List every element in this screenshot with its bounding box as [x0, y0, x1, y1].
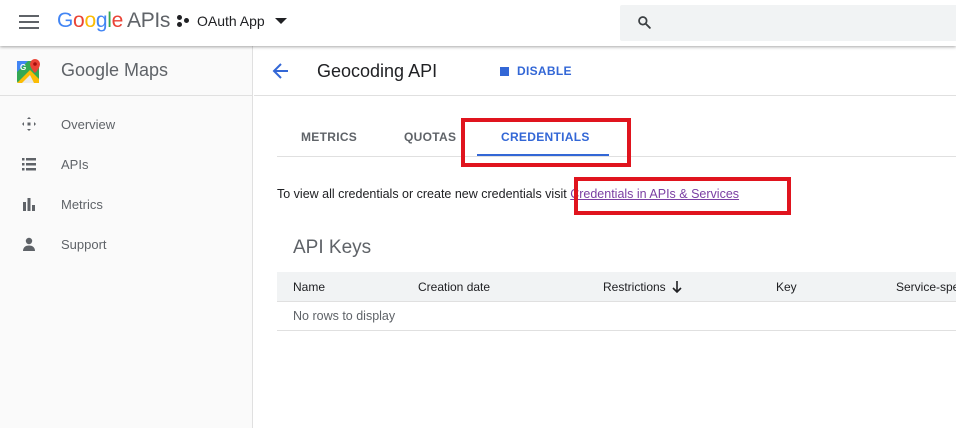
column-header-service-specific[interactable]: Service-specific	[896, 280, 956, 294]
info-text: To view all credentials or create new cr…	[277, 187, 567, 201]
sidebar-item-label: Metrics	[61, 196, 103, 212]
sidebar-item-label: APIs	[61, 156, 89, 172]
sidebar-item-overview[interactable]: Overview	[0, 104, 252, 144]
project-dots-icon	[177, 15, 189, 27]
project-selector[interactable]: OAuth App	[177, 13, 287, 29]
google-maps-icon: G	[17, 58, 40, 83]
logo-apis-text: APIs	[126, 9, 171, 32]
empty-table-message: No rows to display	[293, 309, 396, 323]
disable-label: DISABLE	[517, 64, 572, 78]
stop-icon	[500, 66, 509, 76]
chevron-down-icon	[274, 18, 287, 24]
menu-icon[interactable]	[19, 15, 39, 29]
arrow-down-icon	[672, 281, 682, 293]
restrictions-label: Restrictions	[603, 280, 666, 294]
sidebar-header: G Google Maps	[0, 46, 252, 96]
section-title: API Keys	[293, 237, 372, 258]
svg-text:G: G	[20, 63, 26, 72]
api-keys-table: Name Creation date Restrictions Key Serv…	[277, 272, 956, 331]
list-icon	[22, 158, 36, 171]
person-icon	[23, 237, 35, 251]
column-header-creation-date[interactable]: Creation date	[418, 280, 490, 294]
column-header-key[interactable]: Key	[776, 280, 797, 294]
google-apis-logo[interactable]: Google APIs	[57, 9, 170, 33]
disable-button[interactable]: DISABLE	[500, 64, 572, 78]
highlight-box-credentials-link	[574, 177, 791, 215]
page-header: Geocoding API DISABLE	[254, 46, 956, 96]
sidebar-item-label: Overview	[61, 116, 116, 132]
table-header: Name Creation date Restrictions Key Serv…	[277, 272, 956, 302]
project-name: OAuth App	[197, 13, 265, 29]
sidebar-item-label: Support	[61, 236, 107, 252]
overview-icon	[22, 117, 36, 131]
product-title: Google Maps	[61, 60, 169, 80]
top-bar: Google APIs OAuth App	[0, 0, 956, 46]
highlight-box-credentials-tab	[461, 118, 631, 167]
sidebar-item-support[interactable]: Support	[0, 224, 252, 264]
main-content: Geocoding API DISABLE METRICS QUOTAS CRE…	[254, 46, 956, 428]
table-row: No rows to display	[277, 302, 956, 331]
back-arrow-icon[interactable]	[272, 62, 290, 80]
search-input[interactable]	[620, 5, 956, 41]
bar-chart-icon	[23, 198, 35, 211]
column-header-restrictions[interactable]: Restrictions	[603, 280, 682, 294]
tab-metrics[interactable]: METRICS	[301, 130, 357, 144]
tab-quotas[interactable]: QUOTAS	[404, 130, 456, 144]
sidebar-item-metrics[interactable]: Metrics	[0, 184, 252, 224]
search-icon[interactable]	[637, 15, 651, 29]
sidebar: G Google Maps Overview APIs Metrics Supp…	[0, 46, 253, 428]
page-title: Geocoding API	[317, 61, 438, 81]
column-header-name[interactable]: Name	[293, 280, 325, 294]
sidebar-item-apis[interactable]: APIs	[0, 144, 252, 184]
